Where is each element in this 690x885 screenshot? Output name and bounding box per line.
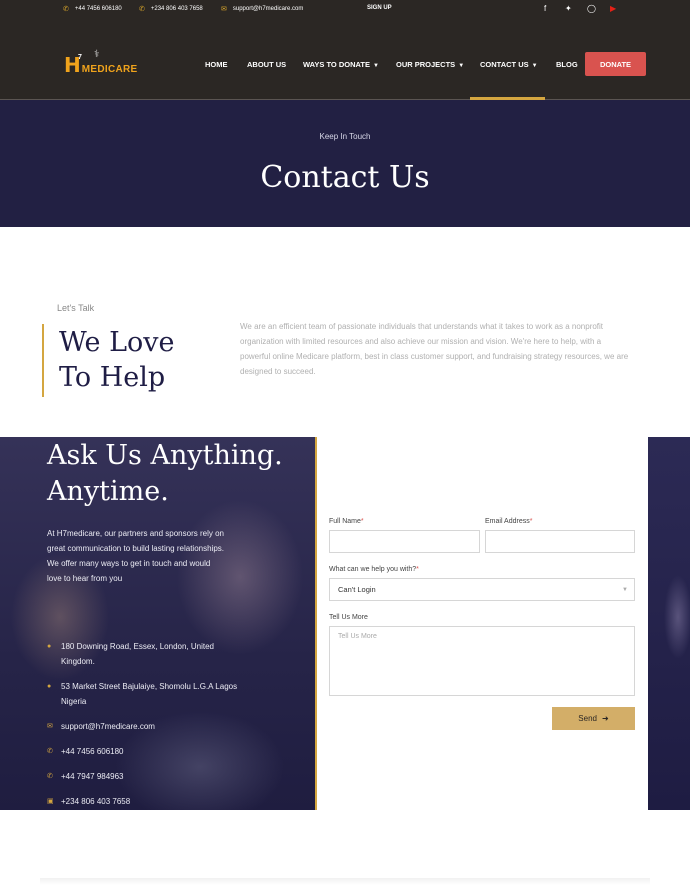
contact-email[interactable]: ✉ support@h7medicare.com (47, 719, 267, 734)
page-hero: Keep In Touch Contact Us (0, 100, 690, 227)
contact-phone-1[interactable]: ✆ +44 7456 606180 (47, 744, 267, 759)
phone-icon: ✆ (63, 6, 69, 13)
nav-ways-to-donate[interactable]: WAYS TO DONATE ▼ (303, 60, 379, 69)
contact-text: At H7medicare, our partners and sponsors… (47, 529, 224, 583)
email-label: Email Address* (485, 518, 533, 525)
fax-icon: ▣ (47, 798, 54, 805)
signup-link[interactable]: SIGN UP (367, 5, 392, 11)
topbar-phone-1[interactable]: ✆ +44 7456 606180 (63, 5, 122, 13)
send-button[interactable]: Send ➜ (552, 707, 635, 730)
contact-phone-2[interactable]: ✆ +44 7947 984963 (47, 769, 267, 784)
donate-button[interactable]: DONATE (585, 52, 646, 76)
arrow-right-icon: ➜ (601, 714, 609, 723)
twitter-icon[interactable]: ✦ (565, 4, 572, 13)
nav-contact-us[interactable]: CONTACT US ▼ (480, 60, 538, 69)
site-logo[interactable]: H 7 ⚕ MEDICARE (64, 49, 138, 75)
phone-icon: ✆ (139, 6, 145, 13)
map-pin-icon: ● (47, 643, 52, 650)
facebook-icon[interactable]: f (544, 4, 546, 13)
intro-accent-bar (42, 324, 44, 397)
chevron-down-icon: ▼ (372, 63, 379, 69)
caduceus-icon: ⚕ (94, 49, 100, 60)
message-label: Tell Us More (329, 614, 368, 621)
instagram-icon[interactable]: ◯ (587, 4, 596, 13)
intro-heading: We Love To Help (59, 327, 175, 393)
logo-sup: 7 (78, 54, 82, 61)
intro-eyebrow: Let's Talk (57, 303, 95, 313)
map-pin-icon: ● (47, 683, 52, 690)
phone-icon: ✆ (47, 773, 53, 780)
envelope-icon: ✉ (47, 723, 53, 730)
envelope-icon: ✉ (221, 6, 227, 13)
contact-heading: Ask Us Anything. Anytime. (47, 440, 283, 507)
intro-text: We are an efficient team of passionate i… (240, 322, 629, 376)
background-image-edge (648, 437, 690, 810)
chevron-down-icon: ▼ (622, 586, 628, 593)
nav-home[interactable]: HOME (205, 60, 228, 69)
chevron-down-icon: ▼ (531, 63, 538, 69)
nav-about[interactable]: ABOUT US (247, 60, 286, 69)
address-london: ● 180 Downing Road, Essex, London, Unite… (47, 639, 267, 669)
logo-text: MEDICARE (81, 64, 138, 75)
help-topic-select[interactable]: Can't Login ▼ (329, 578, 635, 601)
topbar-email[interactable]: ✉ support@h7medicare.com (221, 5, 303, 13)
contact-phone-3[interactable]: ▣ +234 806 403 7658 (47, 794, 267, 809)
panel-divider (315, 437, 317, 810)
email-input[interactable] (485, 530, 635, 553)
topbar-phone-2[interactable]: ✆ +234 806 403 7658 (139, 5, 203, 13)
full-name-label: Full Name* (329, 518, 364, 525)
nav-blog[interactable]: BLOG (556, 60, 578, 69)
full-name-input[interactable] (329, 530, 480, 553)
chevron-down-icon: ▼ (458, 63, 465, 69)
top-bar: ✆ +44 7456 606180 ✆ +234 806 403 7658 ✉ … (0, 0, 690, 22)
message-textarea[interactable]: Tell Us More (329, 626, 635, 696)
help-topic-label: What can we help you with?* (329, 566, 419, 573)
phone-icon: ✆ (47, 748, 53, 755)
address-lagos: ● 53 Market Street Bajulaiye, Shomolu L.… (47, 679, 267, 709)
nav-our-projects[interactable]: OUR PROJECTS ▼ (396, 60, 464, 69)
page-title: Contact Us (260, 160, 430, 195)
hero-subtitle: Keep In Touch (319, 132, 371, 141)
youtube-icon[interactable]: ▶ (610, 4, 616, 13)
footer-shadow (40, 878, 650, 885)
